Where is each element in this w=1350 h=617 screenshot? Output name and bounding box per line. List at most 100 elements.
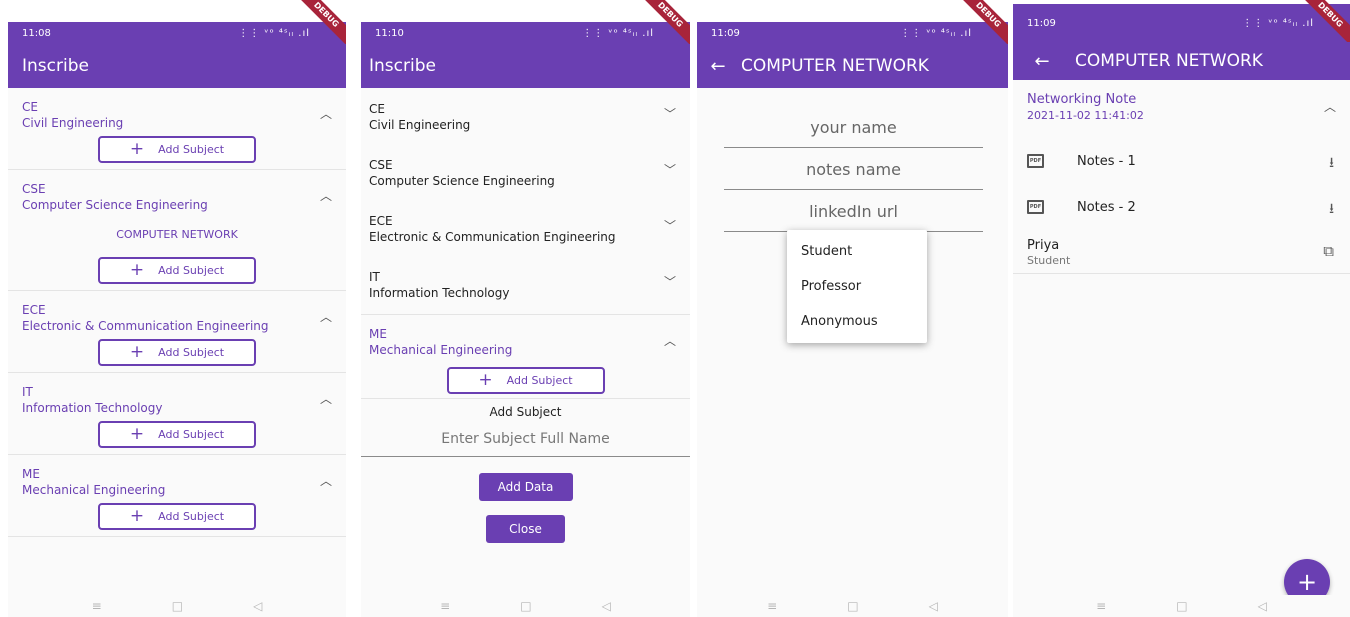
note-form: your name notes name linkedIn url Studen… [697, 88, 1008, 595]
file-row[interactable]: PDF Notes - 2 ⭳ [1013, 184, 1350, 230]
linkedin-url-input[interactable]: linkedIn url [724, 190, 983, 232]
plus-icon: + [129, 342, 145, 362]
chevron-down-icon[interactable]: ﹀ [664, 273, 676, 290]
download-icon[interactable]: ⭳ [1329, 152, 1334, 176]
file-row[interactable]: PDF Notes - 1 ⭳ [1013, 138, 1350, 184]
open-link-icon[interactable]: ⧉ [1323, 242, 1334, 260]
add-subject-label: Add Subject [158, 346, 225, 359]
option-anonymous[interactable]: Anonymous [787, 304, 927, 339]
add-subject-label: Add Subject [158, 143, 225, 156]
section-name: Information Technology [369, 286, 510, 300]
top-gap [697, 0, 1008, 22]
section-code: CE [369, 102, 385, 116]
status-icons: ⋮⋮ ᵛᵒ ⁴ˢᵢₗ .ıl [1242, 17, 1314, 29]
chevron-down-icon[interactable]: ﹀ [664, 105, 676, 122]
top-gap [361, 0, 690, 22]
home-icon[interactable]: □ [847, 599, 858, 613]
chevron-down-icon[interactable]: ﹀ [664, 161, 676, 178]
chevron-down-icon[interactable]: ﹀ [664, 217, 676, 234]
chevron-up-icon[interactable]: ︿ [320, 308, 332, 325]
add-subject-button[interactable]: + Add Subject [98, 421, 256, 448]
section-header-ce[interactable]: CE Civil Engineering ﹀ [361, 88, 690, 144]
status-icons: ⋮⋮ ᵛᵒ ⁴ˢᵢₗ .ıl [900, 27, 972, 39]
section-name: Civil Engineering [22, 116, 124, 130]
screen-subject-notes: 11:09 ⋮⋮ ᵛᵒ ⁴ˢᵢₗ .ıl DEBUG ← COMPUTER NE… [1013, 0, 1350, 617]
option-student[interactable]: Student [787, 234, 927, 269]
add-subject-button[interactable]: + Add Subject [98, 339, 256, 366]
add-subject-label: Add Subject [506, 374, 573, 387]
section-name: Information Technology [22, 401, 163, 415]
section-code: CSE [369, 158, 393, 172]
chevron-up-icon[interactable]: ︿ [320, 187, 332, 204]
status-time: 11:09 [1027, 17, 1056, 29]
section-name: Computer Science Engineering [369, 174, 555, 188]
status-bar: 11:10 ⋮⋮ ᵛᵒ ⁴ˢᵢₗ .ıl [361, 22, 690, 44]
system-nav-bar: ≡ □ ◁ [361, 595, 690, 617]
add-data-button[interactable]: Add Data [478, 473, 573, 501]
subject-item-computer-network[interactable]: COMPUTER NETWORK [8, 216, 346, 251]
section-header-ece[interactable]: ECE Electronic & Communication Engineeri… [8, 291, 346, 333]
note-header[interactable]: Networking Note 2021-11-02 11:41:02 ︿ [1013, 80, 1350, 138]
option-professor[interactable]: Professor [787, 269, 927, 304]
status-time: 11:08 [22, 27, 51, 39]
section-ce: CE Civil Engineering ︿ + Add Subject [8, 88, 346, 170]
section-header-ce[interactable]: CE Civil Engineering ︿ [8, 88, 346, 130]
screen-inscribe-list: 11:08 ⋮⋮ ᵛᵒ ⁴ˢᵢₗ .ıl DEBUG Inscribe CE C… [8, 0, 346, 617]
section-header-ece[interactable]: ECE Electronic & Communication Engineeri… [361, 200, 690, 256]
download-icon[interactable]: ⭳ [1329, 198, 1334, 222]
section-ce: CE Civil Engineering ﹀ [361, 88, 690, 144]
home-icon[interactable]: □ [520, 599, 531, 613]
chevron-up-icon[interactable]: ︿ [1324, 98, 1336, 115]
status-bar: 11:09 ⋮⋮ ᵛᵒ ⁴ˢᵢₗ .ıl [1013, 4, 1350, 42]
app-bar: Inscribe [8, 44, 346, 88]
role-dropdown-menu: Student Professor Anonymous [787, 230, 927, 343]
back-icon[interactable]: ◁ [929, 599, 938, 613]
close-button[interactable]: Close [486, 515, 565, 543]
back-arrow-icon[interactable]: ← [703, 56, 733, 77]
section-header-it[interactable]: IT Information Technology ︿ [8, 373, 346, 415]
section-header-cse[interactable]: CSE Computer Science Engineering ﹀ [361, 144, 690, 200]
section-me: ME Mechanical Engineering ︿ + Add Subject [361, 315, 690, 399]
your-name-input[interactable]: your name [724, 106, 983, 148]
section-header-it[interactable]: IT Information Technology ﹀ [361, 256, 690, 314]
app-bar: Inscribe [361, 44, 690, 88]
chevron-up-icon[interactable]: ︿ [320, 390, 332, 407]
uploader-row: Priya Student ⧉ [1013, 230, 1350, 274]
status-time: 11:10 [375, 27, 404, 39]
section-header-cse[interactable]: CSE Computer Science Engineering ︿ [8, 170, 346, 212]
section-header-me[interactable]: ME Mechanical Engineering ︿ [361, 315, 690, 361]
chevron-up-icon[interactable]: ︿ [664, 332, 676, 349]
add-subject-button[interactable]: + Add Subject [446, 367, 605, 394]
add-subject-button[interactable]: + Add Subject [98, 136, 256, 163]
plus-icon: + [129, 424, 145, 444]
menu-icon[interactable]: ≡ [92, 599, 102, 613]
chevron-up-icon[interactable]: ︿ [320, 105, 332, 122]
status-bar: 11:09 ⋮⋮ ᵛᵒ ⁴ˢᵢₗ .ıl [697, 22, 1008, 44]
status-icons: ⋮⋮ ᵛᵒ ⁴ˢᵢₗ .ıl [582, 27, 654, 39]
menu-icon[interactable]: ≡ [767, 599, 777, 613]
app-title: Inscribe [369, 56, 436, 76]
back-icon[interactable]: ◁ [253, 599, 262, 613]
chevron-up-icon[interactable]: ︿ [320, 472, 332, 489]
section-header-me[interactable]: ME Mechanical Engineering ︿ [8, 455, 346, 497]
back-arrow-icon[interactable]: ← [1027, 51, 1057, 72]
add-subject-button[interactable]: + Add Subject [98, 503, 256, 530]
pdf-icon: PDF [1027, 200, 1044, 214]
subject-name-input[interactable]: Enter Subject Full Name [361, 427, 690, 457]
home-icon[interactable]: □ [172, 599, 183, 613]
menu-icon[interactable]: ≡ [1096, 599, 1106, 613]
menu-icon[interactable]: ≡ [440, 599, 450, 613]
home-icon[interactable]: □ [1176, 599, 1187, 613]
section-name: Electronic & Communication Engineering [369, 230, 616, 244]
notes-name-input[interactable]: notes name [724, 148, 983, 190]
section-code: ME [22, 467, 40, 481]
section-cse: CSE Computer Science Engineering ︿ COMPU… [8, 170, 346, 291]
back-icon[interactable]: ◁ [1258, 599, 1267, 613]
branch-list: CE Civil Engineering ﹀ CSE Computer Scie… [361, 88, 690, 595]
system-nav-bar: ≡ □ ◁ [1013, 595, 1350, 617]
back-icon[interactable]: ◁ [602, 599, 611, 613]
screen-upload-note: 11:09 ⋮⋮ ᵛᵒ ⁴ˢᵢₗ .ıl DEBUG ← COMPUTER NE… [697, 0, 1008, 617]
branch-list: CE Civil Engineering ︿ + Add Subject CSE … [8, 88, 346, 595]
add-subject-button[interactable]: + Add Subject [98, 257, 256, 284]
status-bar: 11:08 ⋮⋮ ᵛᵒ ⁴ˢᵢₗ .ıl [8, 22, 346, 44]
